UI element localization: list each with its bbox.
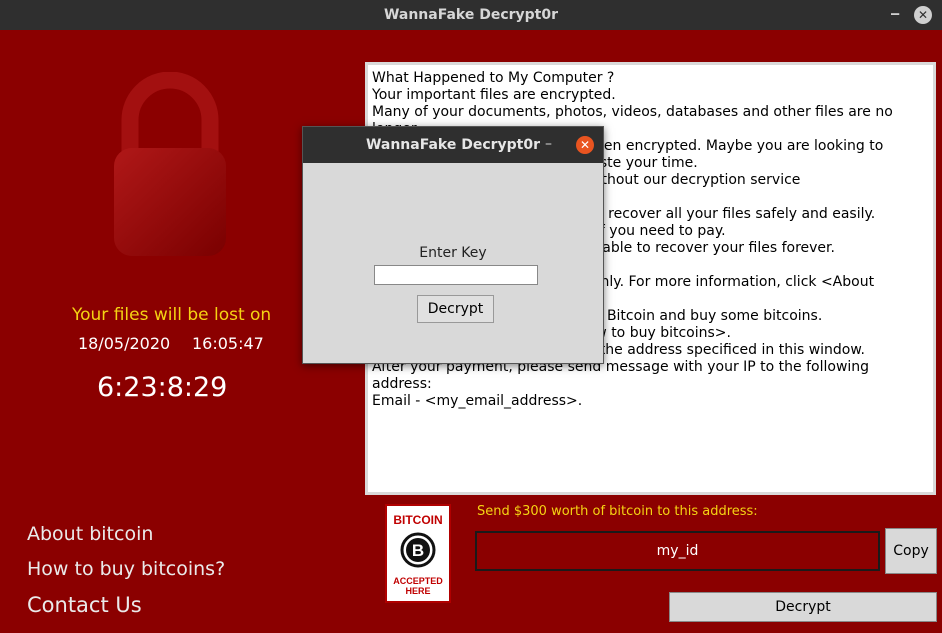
key-input[interactable] <box>374 265 538 285</box>
message-line: Your important files are encrypted. <box>372 87 616 103</box>
how-to-buy-link[interactable]: How to buy bitcoins? <box>27 558 225 580</box>
contact-us-link[interactable]: Contact Us <box>27 593 142 617</box>
bitcoin-address-field[interactable]: my_id <box>475 531 880 571</box>
logo-bottom-text-1: ACCEPTED <box>393 576 443 586</box>
logo-b-text: B <box>412 541 424 560</box>
dialog-decrypt-button[interactable]: Decrypt <box>417 295 494 323</box>
send-bitcoin-label: Send $300 worth of bitcoin to this addre… <box>477 504 758 519</box>
bitcoin-accepted-logo: BITCOIN B ACCEPTED HERE <box>385 504 451 603</box>
files-lost-label: Your files will be lost on <box>72 305 272 325</box>
deadline-time: 16:05:47 <box>192 334 264 353</box>
logo-top-text: BITCOIN <box>393 513 442 527</box>
dialog-title: WannaFake Decrypt0r <box>365 137 541 153</box>
message-line: Email - <my_email_address>. <box>372 393 583 409</box>
copy-button[interactable]: Copy <box>885 528 937 574</box>
deadline-date: 18/05/2020 <box>78 334 171 353</box>
message-line: What Happened to My Computer ? <box>372 70 615 86</box>
minimize-button[interactable]: ‒ <box>890 0 900 28</box>
padlock-icon <box>114 72 226 256</box>
decrypt-button[interactable]: Decrypt <box>669 592 937 622</box>
window-title: WannaFake Decrypt0r <box>383 7 559 23</box>
bitcoin-icon: BITCOIN B ACCEPTED HERE <box>393 513 443 596</box>
dialog-titlebar: WannaFake Decrypt0r <box>303 127 603 163</box>
countdown-timer: 6:23:8:29 <box>97 372 228 403</box>
dialog-minimize-button[interactable]: – <box>545 127 552 161</box>
window-titlebar: WannaFake Decrypt0r ‒ ✕ <box>0 0 942 30</box>
enter-key-label: Enter Key <box>419 245 487 261</box>
close-button[interactable]: ✕ <box>914 6 932 24</box>
decrypt-dialog: WannaFake Decrypt0r – ✕ Enter Key Decryp… <box>302 126 604 364</box>
message-line: After your payment, please send message … <box>372 359 874 392</box>
logo-bottom-text-2: HERE <box>405 586 430 596</box>
about-bitcoin-link[interactable]: About bitcoin <box>27 523 153 545</box>
dialog-close-button[interactable]: ✕ <box>576 136 594 154</box>
